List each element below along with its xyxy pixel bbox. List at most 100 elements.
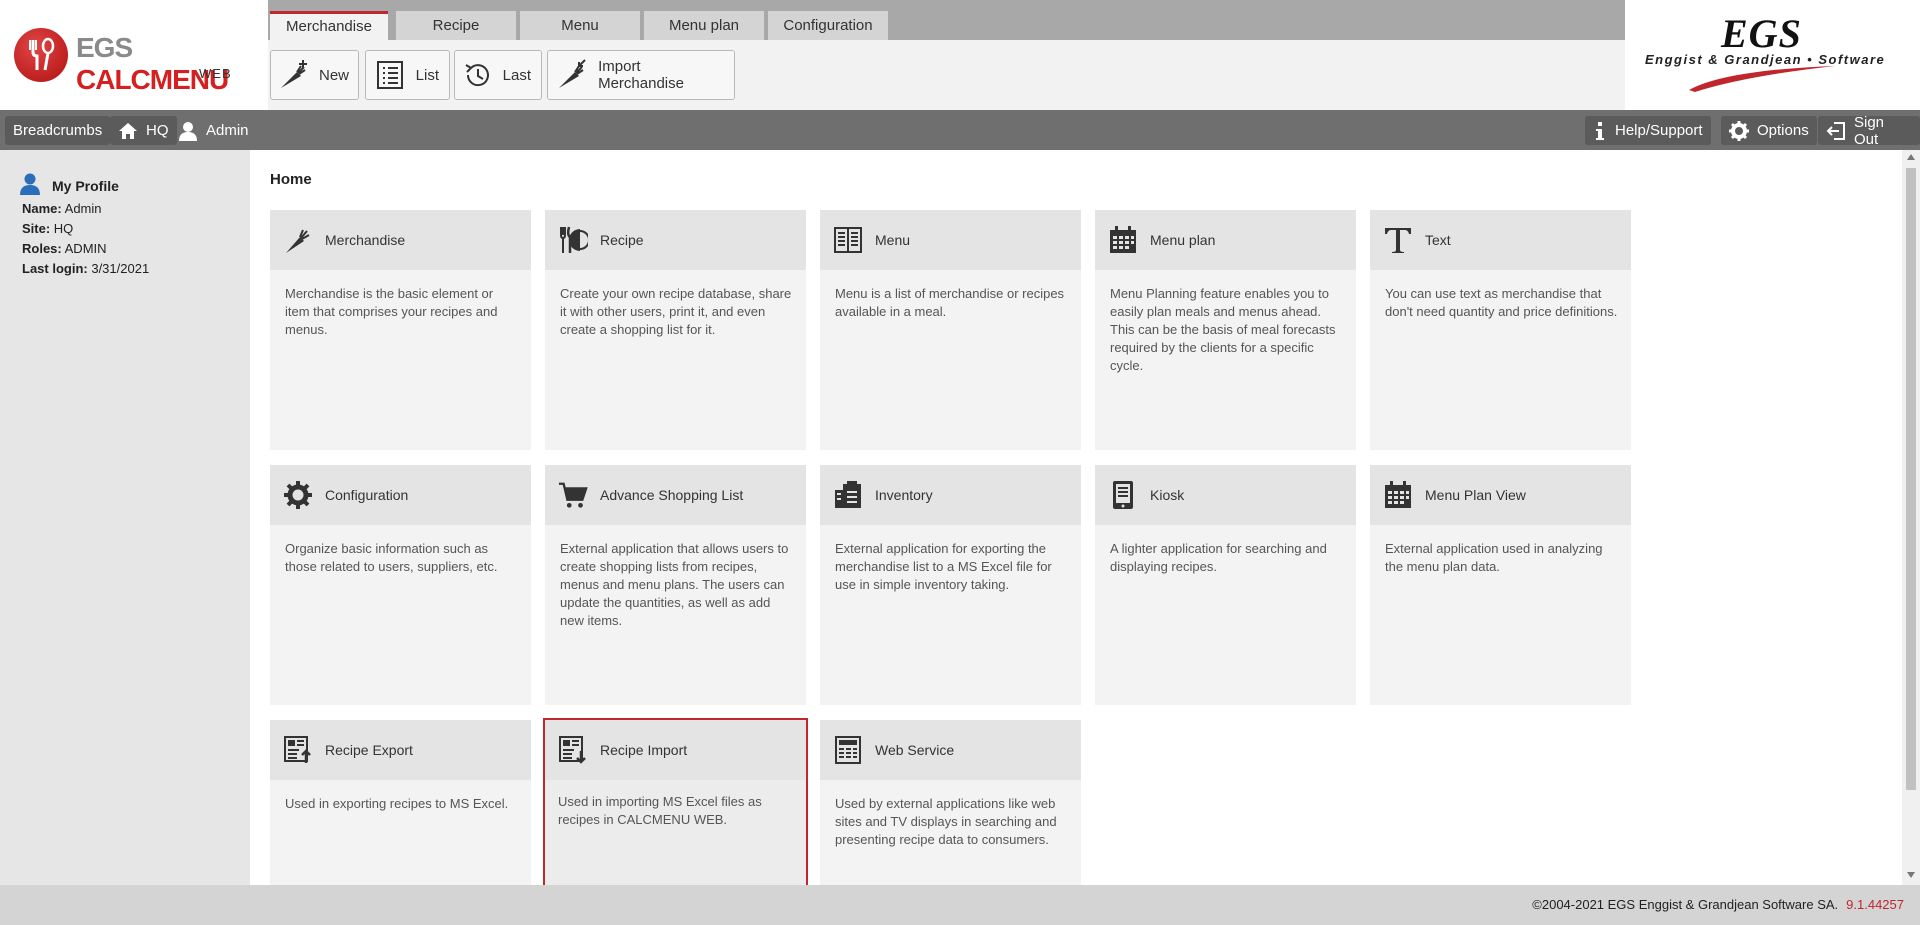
import-icon (558, 735, 588, 765)
clipboard-icon (833, 480, 863, 510)
card-header: Recipe Import (545, 720, 806, 780)
calendar-icon (1108, 225, 1138, 255)
card-description: Used by external applications like web s… (835, 796, 1057, 847)
card-title: Recipe Export (325, 742, 413, 758)
profile-name-value: Admin (64, 201, 102, 216)
card-recipe-export[interactable]: Recipe Export Used in exporting recipes … (270, 720, 531, 885)
breadcrumb-admin[interactable]: Admin (178, 116, 249, 145)
tab-configuration[interactable]: Configuration (768, 11, 888, 40)
carrot-import-icon (554, 56, 590, 94)
tab-merchandise[interactable]: Merchandise (270, 11, 388, 40)
card-menu-plan[interactable]: Menu plan Menu Planning feature enables … (1095, 210, 1356, 450)
logo-text: EGS CALCMENU (76, 32, 244, 96)
profile-user-icon (20, 173, 40, 198)
card-description: External application that allows users t… (560, 541, 789, 628)
card-header: Menu Plan View (1370, 465, 1631, 525)
profile-last-login-row: Last login: 3/31/2021 (22, 261, 149, 276)
profile-site-value: HQ (53, 221, 74, 236)
card-description: External application used in analyzing t… (1385, 541, 1603, 574)
list-button[interactable]: List (365, 50, 450, 100)
card-header: Web Service (820, 720, 1081, 780)
scroll-up-arrow-icon[interactable] (1907, 154, 1915, 160)
footer: ©2004-2021 EGS Enggist & Grandjean Softw… (0, 885, 1920, 925)
profile-login-key: Last login: (22, 261, 88, 276)
user-icon (178, 121, 198, 141)
list-icon (372, 56, 408, 94)
help-support-label: Help/Support (1615, 122, 1703, 139)
card-description: Used in importing MS Excel files as reci… (558, 794, 762, 827)
card-title: Recipe (600, 232, 644, 248)
main-scrollbar[interactable] (1902, 150, 1920, 885)
card-description: Organize basic information such as those… (285, 541, 498, 574)
card-advance-shopping-list[interactable]: Advance Shopping List External applicati… (545, 465, 806, 705)
info-icon (1593, 121, 1607, 141)
new-button[interactable]: New (270, 50, 359, 100)
card-header: Recipe Export (270, 720, 531, 780)
card-header: Configuration (270, 465, 531, 525)
card-kiosk[interactable]: Kiosk A lighter application for searchin… (1095, 465, 1356, 705)
tab-recipe[interactable]: Recipe (396, 11, 516, 40)
sign-out-button[interactable]: Sign Out (1818, 114, 1920, 148)
card-description: External application for exporting the m… (835, 541, 1052, 592)
sign-out-icon (1826, 121, 1846, 141)
card-description: A lighter application for searching and … (1110, 541, 1327, 574)
footer-text: ©2004-2021 EGS Enggist & Grandjean Softw… (1532, 897, 1904, 912)
import-merchandise-button[interactable]: Import Merchandise (547, 50, 735, 100)
card-text[interactable]: Text You can use text as merchandise tha… (1370, 210, 1631, 450)
admin-label: Admin (206, 122, 249, 139)
menu-book-icon (833, 225, 863, 255)
tab-menu-plan[interactable]: Menu plan (644, 11, 764, 40)
card-title: Menu Plan View (1425, 487, 1526, 503)
card-title: Inventory (875, 487, 933, 503)
card-header: Merchandise (270, 210, 531, 270)
profile-name-row: Name: Admin (22, 201, 102, 216)
cart-icon (558, 480, 588, 510)
profile-login-value: 3/31/2021 (91, 261, 150, 276)
card-web-service[interactable]: Web Service Used by external application… (820, 720, 1081, 885)
import-merchandise-label: Import Merchandise (598, 58, 684, 92)
card-menu-plan-view[interactable]: Menu Plan View External application used… (1370, 465, 1631, 705)
scroll-down-arrow-icon[interactable] (1907, 872, 1915, 878)
card-header: Text (1370, 210, 1631, 270)
card-title: Recipe Import (600, 742, 688, 758)
calendar-view-icon (1383, 480, 1413, 510)
carrot-plus-icon (277, 56, 311, 94)
egs-brand-logo: EGS Enggist & Grandjean • Software (1625, 0, 1920, 110)
card-configuration[interactable]: Configuration Organize basic information… (270, 465, 531, 705)
app-header: EGS CALCMENU WEB Merchandise Recipe Menu… (0, 0, 1920, 110)
fork-plate-icon (558, 225, 588, 255)
page-title: Home (270, 171, 312, 188)
card-merchandise[interactable]: Merchandise Merchandise is the basic ele… (270, 210, 531, 450)
profile-roles-key: Roles: (22, 241, 62, 256)
my-profile-heading[interactable]: My Profile (20, 173, 119, 198)
card-title: Merchandise (325, 232, 406, 248)
tab-menu[interactable]: Menu (520, 11, 640, 40)
card-recipe-import[interactable]: Recipe Import Used in importing MS Excel… (543, 718, 808, 885)
export-icon (283, 735, 313, 765)
help-support-button[interactable]: Help/Support (1585, 116, 1711, 145)
breadcrumbs-button[interactable]: Breadcrumbs (5, 116, 111, 145)
card-header: Menu (820, 210, 1081, 270)
card-menu[interactable]: Menu Menu is a list of merchandise or re… (820, 210, 1081, 450)
card-header: Advance Shopping List (545, 465, 806, 525)
card-title: Kiosk (1150, 487, 1185, 503)
breadcrumb-hq[interactable]: HQ (110, 116, 177, 145)
my-profile-label: My Profile (52, 177, 119, 194)
card-title: Text (1425, 232, 1451, 248)
web-service-icon (833, 735, 863, 765)
card-header: Menu plan (1095, 210, 1356, 270)
last-button[interactable]: Last (454, 50, 542, 100)
card-title: Menu plan (1150, 232, 1216, 248)
calcmenu-logo[interactable]: EGS CALCMENU WEB (14, 26, 244, 95)
profile-sidebar: My Profile Name: Admin Site: HQ Roles: A… (0, 150, 250, 885)
card-inventory[interactable]: Inventory External application for expor… (820, 465, 1081, 705)
card-description: Create your own recipe database, share i… (560, 286, 792, 337)
scrollbar-thumb[interactable] (1906, 168, 1916, 790)
card-header: Inventory (820, 465, 1081, 525)
new-button-label: New (319, 66, 350, 84)
logo-fork-spoon-icon (14, 28, 68, 82)
card-recipe[interactable]: Recipe Create your own recipe database, … (545, 210, 806, 450)
list-button-label: List (415, 66, 439, 84)
card-description: Menu is a list of merchandise or recipes… (835, 286, 1065, 319)
options-button[interactable]: Options (1721, 116, 1817, 145)
